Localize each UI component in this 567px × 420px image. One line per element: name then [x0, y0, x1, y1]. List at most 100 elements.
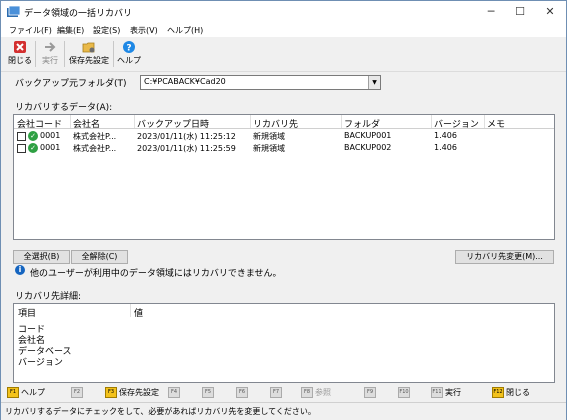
backup-folder-label: バックアップ元フォルダ(T) [15, 79, 127, 89]
col-company-name[interactable]: 会社名 [73, 117, 100, 130]
close-window-button[interactable]: ✕ [535, 1, 565, 23]
run-tool-button[interactable]: 実行 [38, 39, 62, 69]
column-divider [250, 115, 251, 128]
fkey-f12-badge: F12 [492, 387, 504, 398]
fkey-f7[interactable]: F7 [270, 387, 284, 399]
fkey-f2-badge: F2 [71, 387, 83, 398]
check-circle-icon: ✓ [28, 131, 38, 141]
row-version: 1.406 [434, 131, 457, 140]
fkey-f4-badge: F4 [168, 387, 180, 398]
chevron-down-icon[interactable]: ▼ [368, 76, 380, 89]
run-tool-label: 実行 [42, 56, 58, 65]
menu-view[interactable]: 表示(V) [130, 25, 158, 36]
col-memo[interactable]: メモ [487, 117, 505, 130]
help-tool-button[interactable]: ? ヘルプ [116, 39, 142, 69]
row-version: 1.406 [434, 143, 457, 152]
close-icon [14, 41, 26, 53]
row-backup-datetime: 2023/01/11(水) 11:25:12 [137, 132, 236, 141]
check-circle-icon: ✓ [28, 143, 38, 153]
fkey-f9-badge: F9 [364, 387, 376, 398]
col-company-code[interactable]: 会社コード [17, 117, 62, 130]
fkey-f6[interactable]: F6 [236, 387, 250, 399]
status-text: リカバリするデータにチェックをして、必要があればリカバリ先を変更してください。 [5, 407, 316, 416]
column-divider [134, 115, 135, 128]
row-recovery-destination: 新規領域 [253, 132, 285, 141]
fkey-f3[interactable]: F3 保存先設定 [105, 387, 159, 399]
column-divider [130, 304, 131, 317]
fkey-f8-badge: F8 [301, 387, 313, 398]
status-bar: リカバリするデータにチェックをして、必要があればリカバリ先を変更してください。 [1, 402, 566, 420]
toolbar-separator [64, 41, 65, 67]
grid-header: 会社コード 会社名 バックアップ日時 リカバリ先 フォルダ バージョン メモ [14, 115, 554, 130]
backup-folder-combo[interactable]: C:¥PCABACK¥Cad20 ▼ [140, 75, 381, 90]
col-version[interactable]: バージョン [434, 117, 479, 130]
col-recovery-destination[interactable]: リカバリ先 [253, 117, 298, 130]
menu-help[interactable]: ヘルプ(H) [167, 25, 203, 36]
fkey-f4[interactable]: F4 [168, 387, 182, 399]
fkey-f9[interactable]: F9 [364, 387, 378, 399]
backup-folder-value: C:¥PCABACK¥Cad20 [144, 77, 226, 86]
row-company-name: 株式会社P... [73, 132, 117, 141]
menu-bar: ファイル(F) 編集(E) 設定(S) 表示(V) ヘルプ(H) [1, 23, 566, 37]
table-row[interactable]: ✓ 0001 株式会社P... 2023/01/11(水) 11:25:12 新… [14, 130, 554, 142]
info-message: 他のユーザーが利用中のデータ領域にはリカバリできません。 [30, 269, 282, 279]
menu-file[interactable]: ファイル(F) [9, 25, 52, 36]
row-checkbox[interactable] [17, 144, 26, 153]
row-backup-datetime: 2023/01/11(水) 11:25:59 [137, 144, 236, 153]
change-destination-button[interactable]: リカバリ先変更(M)... [455, 250, 554, 264]
fkey-f3-badge: F3 [105, 387, 117, 398]
fkey-f12-label: 閉じる [506, 388, 530, 397]
fkey-f5-badge: F5 [202, 387, 214, 398]
window-title: データ領域の一括リカバリ [24, 9, 133, 19]
recovery-data-grid: 会社コード 会社名 バックアップ日時 リカバリ先 フォルダ バージョン メモ ✓… [13, 114, 555, 240]
col-folder[interactable]: フォルダ [344, 117, 380, 130]
toolbar-separator [113, 41, 114, 67]
fkey-f1[interactable]: F1 ヘルプ [7, 387, 45, 399]
app-icon [7, 6, 20, 17]
minimize-button[interactable]: ─ [476, 1, 506, 23]
menu-settings[interactable]: 設定(S) [93, 25, 120, 36]
row-company-code: 0001 [40, 131, 61, 140]
row-checkbox[interactable] [17, 132, 26, 141]
col-backup-datetime[interactable]: バックアップ日時 [137, 117, 209, 130]
menu-edit[interactable]: 編集(E) [57, 25, 84, 36]
row-company-name: 株式会社P... [73, 144, 117, 153]
column-divider [484, 115, 485, 128]
title-bar: データ領域の一括リカバリ ─ ☐ ✕ [1, 1, 566, 23]
fkey-f11[interactable]: F11 実行 [431, 387, 461, 399]
table-row[interactable]: ✓ 0001 株式会社P... 2023/01/11(水) 11:25:59 新… [14, 142, 554, 154]
save-destination-tool-label: 保存先設定 [69, 56, 109, 65]
row-recovery-destination: 新規領域 [253, 144, 285, 153]
help-icon: ? [123, 41, 135, 54]
fkey-f10[interactable]: F10 [398, 387, 412, 399]
function-key-bar: F1 ヘルプ F2 F3 保存先設定 F4 F5 F6 F7 F8 参照 F9 F10… [1, 385, 566, 401]
svg-text:?: ? [126, 44, 131, 54]
arrow-right-icon [45, 42, 56, 52]
fkey-f11-label: 実行 [445, 388, 461, 397]
fkey-f10-badge: F10 [398, 387, 410, 398]
close-tool-label: 閉じる [8, 56, 32, 65]
fkey-f6-badge: F6 [236, 387, 248, 398]
detail-item-version: バージョン [18, 358, 63, 368]
fkey-f11-badge: F11 [431, 387, 443, 398]
fkey-f12[interactable]: F12 閉じる [492, 387, 530, 399]
fkey-f3-label: 保存先設定 [119, 388, 159, 397]
save-destination-tool-button[interactable]: 保存先設定 [67, 39, 111, 69]
maximize-button[interactable]: ☐ [505, 1, 535, 23]
fkey-f7-badge: F7 [270, 387, 282, 398]
fkey-f5[interactable]: F5 [202, 387, 216, 399]
column-divider [70, 115, 71, 128]
row-folder: BACKUP001 [344, 131, 392, 140]
app-window: データ領域の一括リカバリ ─ ☐ ✕ ファイル(F) 編集(E) 設定(S) 表… [0, 0, 567, 420]
toolbar: 閉じる 実行 保存先設定 ? ヘルプ [1, 37, 566, 72]
folder-settings-icon [82, 42, 95, 53]
destination-detail-list: 項目 値 コード 会社名 データベース バージョン [13, 303, 555, 383]
select-all-button[interactable]: 全選択(B) [13, 250, 70, 264]
info-icon: i [15, 265, 25, 275]
deselect-all-button[interactable]: 全解除(C) [71, 250, 128, 264]
help-tool-label: ヘルプ [117, 56, 141, 65]
fkey-f2[interactable]: F2 [71, 387, 85, 399]
close-tool-button[interactable]: 閉じる [7, 39, 33, 69]
fkey-f8[interactable]: F8 参照 [301, 387, 331, 399]
fkey-f8-label: 参照 [315, 388, 331, 397]
